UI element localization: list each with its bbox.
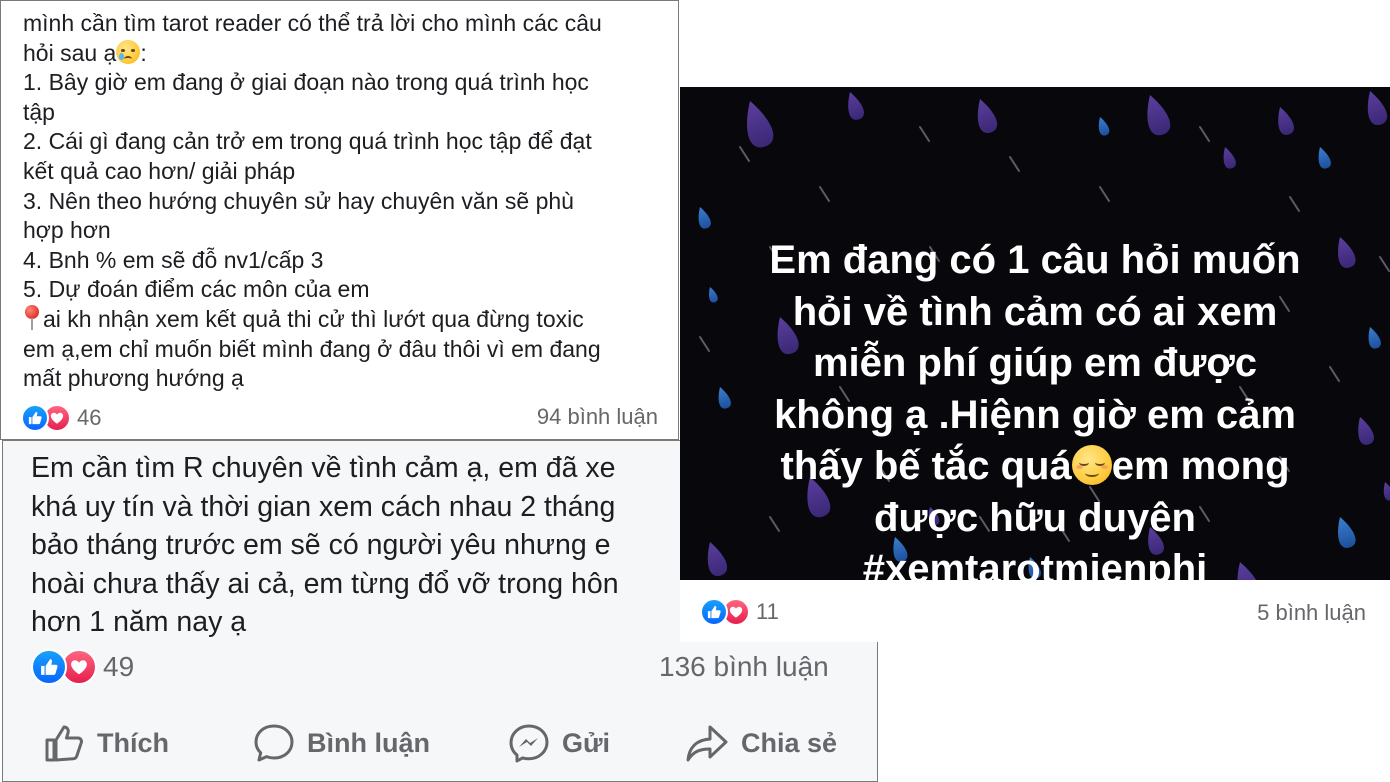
- comment-bubble-icon: [254, 724, 294, 762]
- post-line-text: ai kh nhận xem kết quả thi cử thì lướt q…: [43, 305, 584, 332]
- like-reaction-icon: [31, 649, 67, 685]
- rain-streak: [1099, 186, 1110, 202]
- caption-text: em mong: [1111, 444, 1290, 488]
- caption-line: #xemtarotmienphi: [680, 544, 1390, 580]
- like-button[interactable]: Thích: [43, 723, 169, 763]
- comment-count-link[interactable]: 5 bình luận: [1257, 600, 1366, 626]
- post-line-text: hỏi sau ạ: [23, 39, 117, 66]
- post-image-rain-background[interactable]: Em đang có 1 câu hỏi muốn hỏi về tình cả…: [680, 87, 1390, 580]
- raindrop-shape: [1098, 117, 1110, 136]
- post-line: hỏi sau ạ:: [23, 39, 663, 69]
- caption-line: hỏi về tình cảm có ai xem: [792, 289, 1278, 334]
- relieved-face-emoji-icon: [1071, 445, 1112, 485]
- raindrop-shape: [1367, 91, 1388, 126]
- post-line: kết quả cao hơn/ giải pháp: [23, 157, 296, 184]
- raindrop-shape: [1278, 106, 1295, 135]
- raindrop-shape: [1147, 95, 1171, 136]
- share-label: Chia sẻ: [741, 727, 838, 758]
- share-arrow-icon: [686, 725, 728, 762]
- rain-streak: [819, 186, 830, 202]
- post-line: ai kh nhận xem kết quả thi cử thì lướt q…: [23, 304, 663, 335]
- post-line: 2. Cái gì đang cản trở em trong quá trìn…: [23, 128, 592, 155]
- caption-line: Em đang có 1 câu hỏi muốn: [769, 238, 1301, 282]
- raindrop-shape: [1318, 147, 1331, 169]
- caption-line: thấy bế tắc quá em mong: [680, 441, 1390, 493]
- raindrop-shape: [977, 98, 998, 134]
- comment-count-link[interactable]: 94 bình luận: [537, 404, 658, 430]
- rain-streak: [739, 146, 750, 162]
- messenger-icon: [509, 724, 549, 763]
- hashtag-link[interactable]: #xemtarotmienphi: [863, 547, 1208, 580]
- comment-button[interactable]: Bình luận: [253, 723, 430, 763]
- reaction-summary[interactable]: 46: [21, 404, 101, 432]
- caption-line: không ạ .Hiệnn giờ em cảm: [774, 392, 1296, 437]
- post-line: 3. Nên theo hướng chuyên sử hay chuyên v…: [23, 187, 574, 214]
- post-line: em ạ,em chỉ muốn biết mình đang ở đâu th…: [23, 335, 601, 362]
- reaction-count: 49: [103, 651, 135, 682]
- share-button[interactable]: Chia sẻ: [685, 723, 837, 763]
- reaction-count: 46: [77, 405, 102, 430]
- post-line: 1. Bây giờ em đang ở giai đoạn nào trong…: [23, 69, 589, 96]
- like-reaction-icon: [21, 404, 49, 432]
- rain-streak: [1199, 126, 1210, 142]
- reaction-summary[interactable]: 49: [31, 649, 134, 685]
- caption-line: được hữu duyên: [874, 495, 1196, 540]
- raindrop-shape: [1223, 146, 1236, 169]
- raindrop-shape: [848, 92, 865, 120]
- like-label: Thích: [97, 727, 169, 758]
- caption-line: miễn phí giúp em được: [812, 341, 1258, 385]
- send-label: Gửi: [562, 727, 611, 758]
- reaction-count: 11: [756, 599, 779, 624]
- raindrop-shape: [698, 207, 711, 229]
- crying-face-emoji-icon: [116, 39, 141, 64]
- post-line: 5. Dự đoán điểm các môn của em: [23, 276, 370, 303]
- post-line: mất phương hướng ạ: [23, 365, 244, 392]
- send-button[interactable]: Gửi: [508, 723, 610, 763]
- post-line: mình cần tìm tarot reader có thể trả lời…: [23, 10, 602, 36]
- post-card-study-questions: mình cần tìm tarot reader có thể trả lời…: [0, 0, 679, 440]
- caption-text: thấy bế tắc quá: [780, 444, 1072, 488]
- thumbs-up-icon: [45, 725, 83, 762]
- comment-count-link[interactable]: 136 bình luận: [659, 651, 829, 683]
- post-line: hợp hơn: [23, 217, 111, 244]
- post-action-bar: Thích Bình luận Gửi Chia sẻ: [3, 719, 877, 767]
- post-footer: 11 5 bình luận: [680, 580, 1390, 642]
- rain-streak: [1009, 156, 1020, 172]
- rain-streak: [919, 126, 930, 142]
- comment-label: Bình luận: [307, 727, 430, 758]
- reaction-summary[interactable]: 11: [700, 598, 779, 626]
- pushpin-icon: [23, 304, 41, 331]
- post-line: tập: [23, 98, 55, 125]
- like-reaction-icon: [700, 598, 728, 626]
- post-line: 4. Bnh % em sẽ đỗ nv1/cấp 3: [23, 246, 324, 273]
- post-text: mình cần tìm tarot reader có thể trả lời…: [23, 9, 663, 394]
- raindrop-shape: [747, 101, 774, 148]
- post-line-suffix: :: [140, 39, 147, 66]
- rain-streak: [1289, 196, 1300, 212]
- image-caption: Em đang có 1 câu hỏi muốn hỏi về tình cả…: [680, 235, 1390, 580]
